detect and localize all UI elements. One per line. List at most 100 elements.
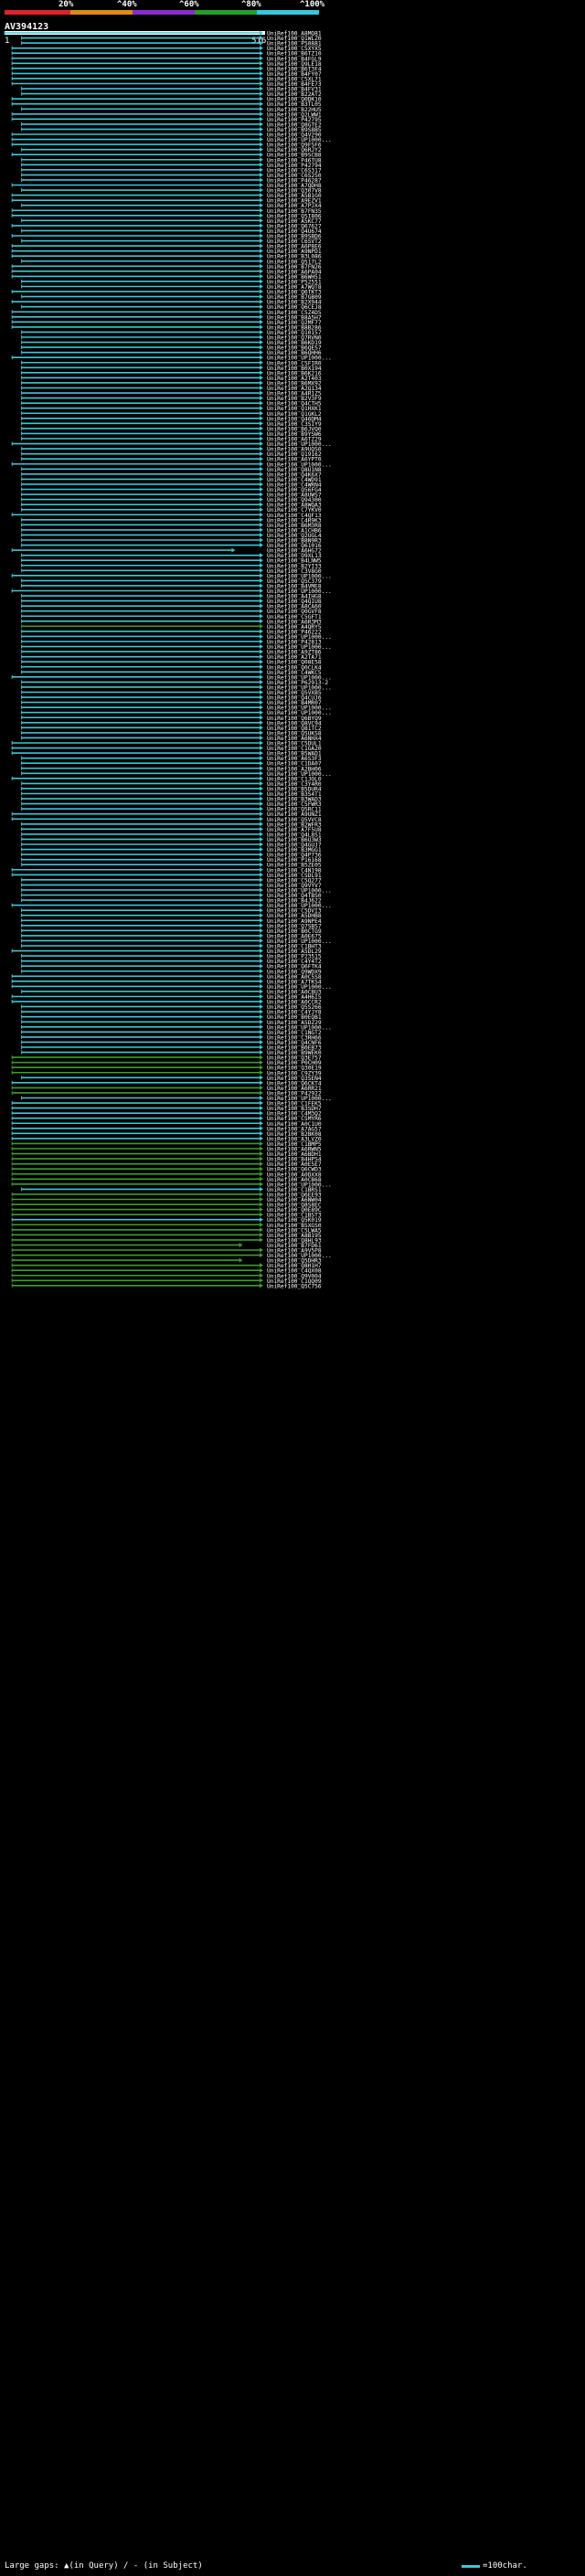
hit-end-arrow xyxy=(260,1090,263,1096)
hit-label[interactable]: UniRef100_Q5C756 xyxy=(267,1283,322,1289)
hit-end-arrow xyxy=(260,669,263,674)
hit-end-arrow xyxy=(260,66,263,71)
hit-end-arrow xyxy=(260,101,263,107)
hit-end-arrow xyxy=(260,365,263,370)
hit-end-arrow xyxy=(260,430,263,436)
hit-end-arrow xyxy=(260,979,263,984)
hit-end-arrow xyxy=(260,953,263,959)
hit-end-arrow xyxy=(260,1212,263,1217)
hit-end-arrow xyxy=(260,730,263,736)
hit-end-arrow xyxy=(260,106,263,111)
hit-end-arrow xyxy=(260,386,263,390)
hit-end-arrow xyxy=(260,664,263,670)
hit-end-arrow xyxy=(260,917,263,923)
hit-end-arrow xyxy=(260,86,263,91)
hit-end-arrow xyxy=(260,239,263,244)
hit-end-arrow xyxy=(260,750,263,756)
hit-end-arrow xyxy=(260,441,263,447)
hit-end-arrow xyxy=(260,350,263,355)
hit-end-arrow xyxy=(260,578,263,583)
hit-end-arrow xyxy=(260,623,263,629)
hit-end-arrow xyxy=(260,1060,263,1065)
hit-end-arrow xyxy=(260,882,263,887)
hit-end-arrow xyxy=(260,122,263,127)
hit-end-arrow xyxy=(260,233,263,239)
hit-end-arrow xyxy=(260,644,263,650)
hit-end-arrow xyxy=(260,340,263,345)
hit-end-arrow xyxy=(260,599,263,604)
hit-end-arrow xyxy=(260,735,263,740)
hit-end-arrow xyxy=(260,1166,263,1171)
hit-end-arrow xyxy=(260,639,263,644)
hit-end-arrow xyxy=(260,40,263,46)
hit-end-arrow xyxy=(260,1126,263,1131)
hit-end-arrow xyxy=(260,1197,263,1202)
hit-end-arrow xyxy=(260,380,263,386)
hit-end-arrow xyxy=(260,406,263,411)
hit-end-arrow xyxy=(260,633,263,639)
hit-end-arrow xyxy=(260,1171,263,1177)
hit-end-arrow xyxy=(231,547,236,553)
hit-end-arrow xyxy=(260,309,263,314)
hit-end-arrow xyxy=(239,1242,243,1247)
hit-end-arrow xyxy=(260,410,263,416)
hit-end-arrow xyxy=(260,872,263,877)
hit-end-arrow xyxy=(260,1217,263,1223)
hit-end-arrow xyxy=(260,1161,263,1167)
hit-end-arrow xyxy=(260,857,263,863)
hit-end-arrow xyxy=(260,928,263,933)
hit-end-arrow xyxy=(260,147,263,153)
hit-end-arrow xyxy=(260,573,263,578)
hit-end-arrow xyxy=(260,593,263,599)
hit-end-arrow xyxy=(260,1283,263,1288)
hit-end-arrow xyxy=(260,583,263,588)
hit-end-arrow xyxy=(260,649,263,654)
hit-end-arrow xyxy=(260,461,263,467)
hit-end-arrow xyxy=(260,172,263,177)
hit-end-arrow xyxy=(260,989,263,994)
hit-end-arrow xyxy=(260,893,263,897)
hit-end-arrow xyxy=(260,60,263,66)
hit-end-arrow xyxy=(260,1277,263,1283)
hit-end-arrow xyxy=(260,517,263,523)
hit-end-arrow xyxy=(260,1116,263,1121)
hit-end-arrow xyxy=(260,1232,263,1237)
hit-end-arrow xyxy=(260,842,263,847)
hit-end-arrow xyxy=(260,1070,263,1076)
hit-end-arrow xyxy=(260,1156,263,1161)
hit-end-arrow xyxy=(260,760,263,766)
hit-end-arrow xyxy=(260,801,263,807)
hit-end-arrow xyxy=(260,456,263,461)
hit-end-arrow xyxy=(260,806,263,811)
hit-end-arrow xyxy=(260,780,263,786)
hit-end-arrow xyxy=(260,269,263,274)
hit-end-arrow xyxy=(260,862,263,867)
hit-end-arrow xyxy=(260,273,263,279)
hit-end-arrow xyxy=(260,943,263,949)
hit-end-arrow xyxy=(260,897,263,903)
hit-end-arrow xyxy=(260,563,263,568)
hit-end-arrow xyxy=(260,355,263,360)
hit-end-arrow xyxy=(260,603,263,609)
hit-end-arrow xyxy=(260,527,263,533)
hit-end-arrow xyxy=(260,259,263,264)
hit-end-arrow xyxy=(260,279,263,284)
hit-row: UniRef100_Q5C756 xyxy=(11,1283,322,1289)
hit-end-arrow xyxy=(260,1009,263,1014)
hit-end-arrow xyxy=(260,116,263,122)
hit-end-arrow xyxy=(260,1146,263,1151)
hit-end-arrow xyxy=(260,1273,263,1278)
hit-end-arrow xyxy=(260,822,263,827)
hit-end-arrow xyxy=(260,299,263,304)
hit-end-arrow xyxy=(260,1024,263,1030)
hit-end-arrow xyxy=(260,319,263,324)
hit-end-arrow xyxy=(260,567,263,573)
hit-end-arrow xyxy=(260,1100,263,1106)
hit-end-arrow xyxy=(260,543,263,548)
hit-end-arrow xyxy=(260,1110,263,1116)
hit-end-arrow xyxy=(260,157,263,163)
hit-end-arrow xyxy=(260,867,263,873)
hit-end-arrow xyxy=(260,949,263,954)
hit-end-arrow xyxy=(260,903,263,908)
hit-end-arrow xyxy=(260,207,263,213)
